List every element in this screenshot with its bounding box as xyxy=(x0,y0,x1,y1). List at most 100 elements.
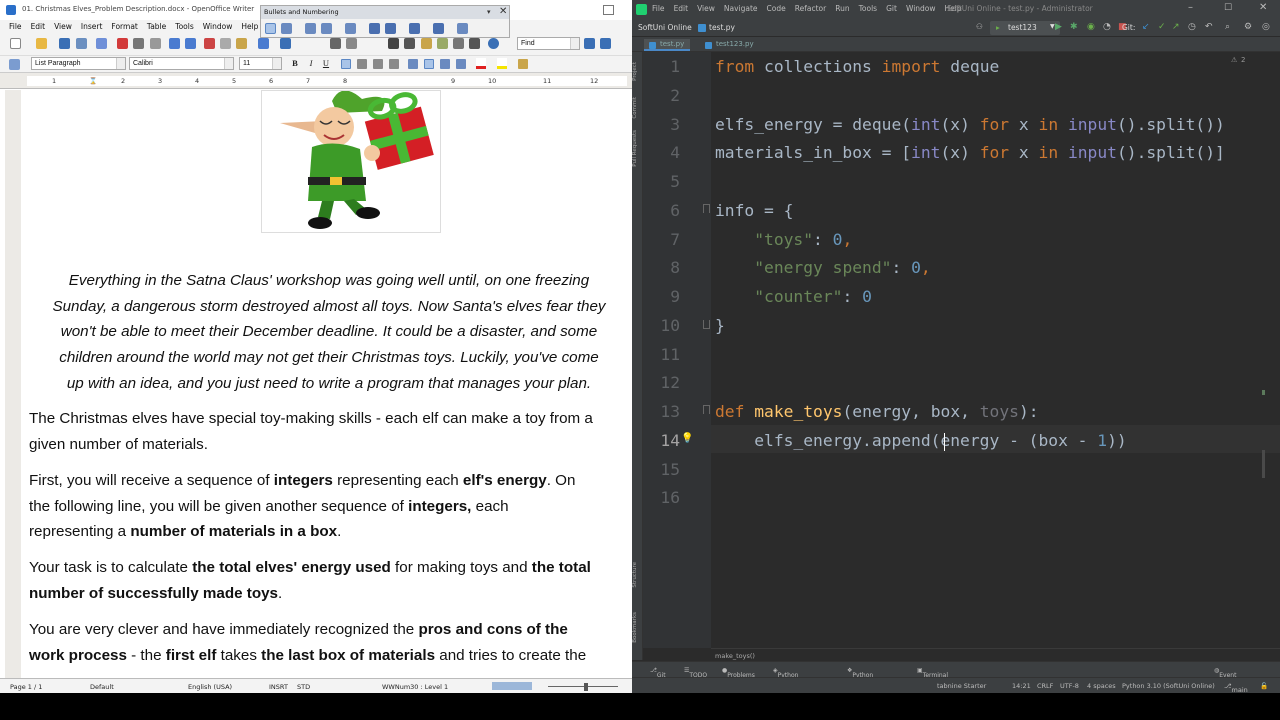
minimize-icon[interactable]: – xyxy=(1188,2,1193,13)
align-right-icon[interactable] xyxy=(373,59,383,69)
menu-git[interactable]: Git xyxy=(886,4,897,13)
increase-indent-icon[interactable] xyxy=(456,59,466,69)
maximize-icon[interactable]: ☐ xyxy=(1224,3,1232,13)
font-name-select[interactable]: Calibri xyxy=(129,57,234,70)
tabnine-status[interactable]: tabnine Starter xyxy=(937,682,986,690)
font-size-select[interactable]: 11 xyxy=(239,57,282,70)
tool-python-console[interactable]: ❖ Python Console xyxy=(847,667,876,686)
save-icon[interactable] xyxy=(59,38,70,49)
caret-position[interactable]: 14:21 xyxy=(1012,682,1031,690)
navigator-icon[interactable] xyxy=(421,38,432,49)
tool-project[interactable]: Project xyxy=(632,62,643,81)
menu-tools[interactable]: Tools xyxy=(175,22,193,34)
zoom-slider-thumb[interactable] xyxy=(584,683,588,691)
page-preview-icon[interactable] xyxy=(150,38,161,49)
coverage-icon[interactable]: ◉ xyxy=(1087,22,1095,32)
lock-icon[interactable]: 🔓 xyxy=(1260,682,1268,690)
tool-problems[interactable]: ● Problems xyxy=(722,667,755,679)
zoom-slider[interactable] xyxy=(548,686,618,687)
menu-code[interactable]: Code xyxy=(767,4,786,13)
edit-file-icon[interactable] xyxy=(96,38,107,49)
decrease-indent-icon[interactable] xyxy=(440,59,450,69)
data-sources-icon[interactable] xyxy=(453,38,464,49)
panel-close-icon[interactable]: ✕ xyxy=(499,6,507,17)
git-commit-icon[interactable]: ✓ xyxy=(1158,22,1166,32)
python-interpreter[interactable]: Python 3.10 (SoftUni Online) xyxy=(1122,682,1215,690)
inspection-count[interactable]: 2 xyxy=(1241,56,1245,64)
status-selection-mode[interactable]: STD xyxy=(297,683,310,691)
export-pdf-icon[interactable] xyxy=(117,38,128,49)
panel-menu-icon[interactable]: ▾ xyxy=(487,8,491,16)
search-icon[interactable]: ⌕ xyxy=(1225,22,1230,32)
fold-icon[interactable] xyxy=(703,204,710,213)
menu-format[interactable]: Format xyxy=(111,22,137,34)
nonprinting-chars-icon[interactable] xyxy=(469,38,480,49)
cut-icon[interactable] xyxy=(204,38,215,49)
align-center-icon[interactable] xyxy=(357,59,367,69)
menu-window[interactable]: Window xyxy=(906,4,936,13)
tool-terminal[interactable]: ▣ Terminal xyxy=(917,667,948,679)
show-draw-functions-icon[interactable] xyxy=(388,38,399,49)
maximize-icon[interactable] xyxy=(603,5,614,15)
scrollbar-marker[interactable] xyxy=(1262,390,1265,395)
tool-pull-requests[interactable]: Pull Requests xyxy=(632,130,643,167)
new-document-icon[interactable] xyxy=(10,38,21,49)
menu-view[interactable]: View xyxy=(697,4,715,13)
gallery-icon[interactable] xyxy=(437,38,448,49)
undo-icon[interactable] xyxy=(280,38,291,49)
help-icon[interactable] xyxy=(488,38,499,49)
line-separator[interactable]: CRLF xyxy=(1037,682,1053,690)
background-color-icon[interactable] xyxy=(518,59,528,69)
debug-icon[interactable]: ✱ xyxy=(1070,22,1078,32)
breadcrumb-file[interactable]: test.py xyxy=(709,23,735,32)
find-replace-icon[interactable] xyxy=(404,38,415,49)
bullets-off-icon[interactable] xyxy=(265,23,276,34)
demote-icon[interactable] xyxy=(321,23,332,34)
justify-icon[interactable] xyxy=(389,59,399,69)
font-color-icon[interactable] xyxy=(476,58,486,69)
tool-bookmarks[interactable]: Bookmarks xyxy=(632,612,643,643)
run-config-select[interactable]: ▸ test123 ▼ xyxy=(990,21,1060,35)
find-next-icon[interactable] xyxy=(584,38,595,49)
tool-structure[interactable]: Structure xyxy=(632,562,643,588)
menu-tools[interactable]: Tools xyxy=(859,4,877,13)
menu-table[interactable]: Table xyxy=(147,22,166,34)
git-history-icon[interactable]: ◷ xyxy=(1188,22,1196,32)
restart-numbering-icon[interactable] xyxy=(433,23,444,34)
bullets-icon[interactable] xyxy=(424,59,434,69)
tool-python-packages[interactable]: ◈ Python Packages xyxy=(773,667,806,686)
find-input[interactable]: Find xyxy=(517,37,580,50)
italic-button[interactable]: I xyxy=(305,58,317,70)
intention-bulb-icon[interactable]: 💡 xyxy=(681,433,693,444)
view-layout-icon[interactable] xyxy=(492,682,532,690)
paste-icon[interactable] xyxy=(236,38,247,49)
promote-subpoints-icon[interactable] xyxy=(345,23,356,34)
fold-icon[interactable] xyxy=(703,320,710,329)
status-insert-mode[interactable]: INSRT xyxy=(269,683,288,691)
indent-setting[interactable]: 4 spaces xyxy=(1087,682,1116,690)
menu-file[interactable]: File xyxy=(9,22,22,34)
close-icon[interactable]: ✕ xyxy=(1259,2,1267,13)
promote-icon[interactable] xyxy=(305,23,316,34)
tool-commit[interactable]: Commit xyxy=(632,97,643,119)
hyperlink-icon[interactable] xyxy=(330,38,341,49)
find-previous-icon[interactable] xyxy=(600,38,611,49)
menu-file[interactable]: File xyxy=(652,4,665,13)
fold-icon[interactable] xyxy=(703,405,710,414)
user-icon[interactable]: ⚇ xyxy=(976,22,983,31)
menu-run[interactable]: Run xyxy=(835,4,849,13)
profile-icon[interactable]: ◔ xyxy=(1103,22,1111,32)
run-icon[interactable]: ▶ xyxy=(1055,22,1062,32)
align-left-icon[interactable] xyxy=(341,59,351,69)
bold-button[interactable]: B xyxy=(289,58,301,70)
breadcrumb-function[interactable]: make_toys() xyxy=(715,652,755,660)
git-branch[interactable]: ⎇ main xyxy=(1224,682,1248,693)
menu-edit[interactable]: Edit xyxy=(674,4,689,13)
menu-view[interactable]: View xyxy=(54,22,72,34)
settings-icon[interactable]: ⚙ xyxy=(1244,22,1252,32)
menu-navigate[interactable]: Navigate xyxy=(724,4,758,13)
move-down-icon[interactable] xyxy=(385,23,396,34)
vertical-scrollbar[interactable] xyxy=(1262,450,1265,478)
status-page-style[interactable]: Default xyxy=(90,683,114,691)
email-icon[interactable] xyxy=(76,38,87,49)
